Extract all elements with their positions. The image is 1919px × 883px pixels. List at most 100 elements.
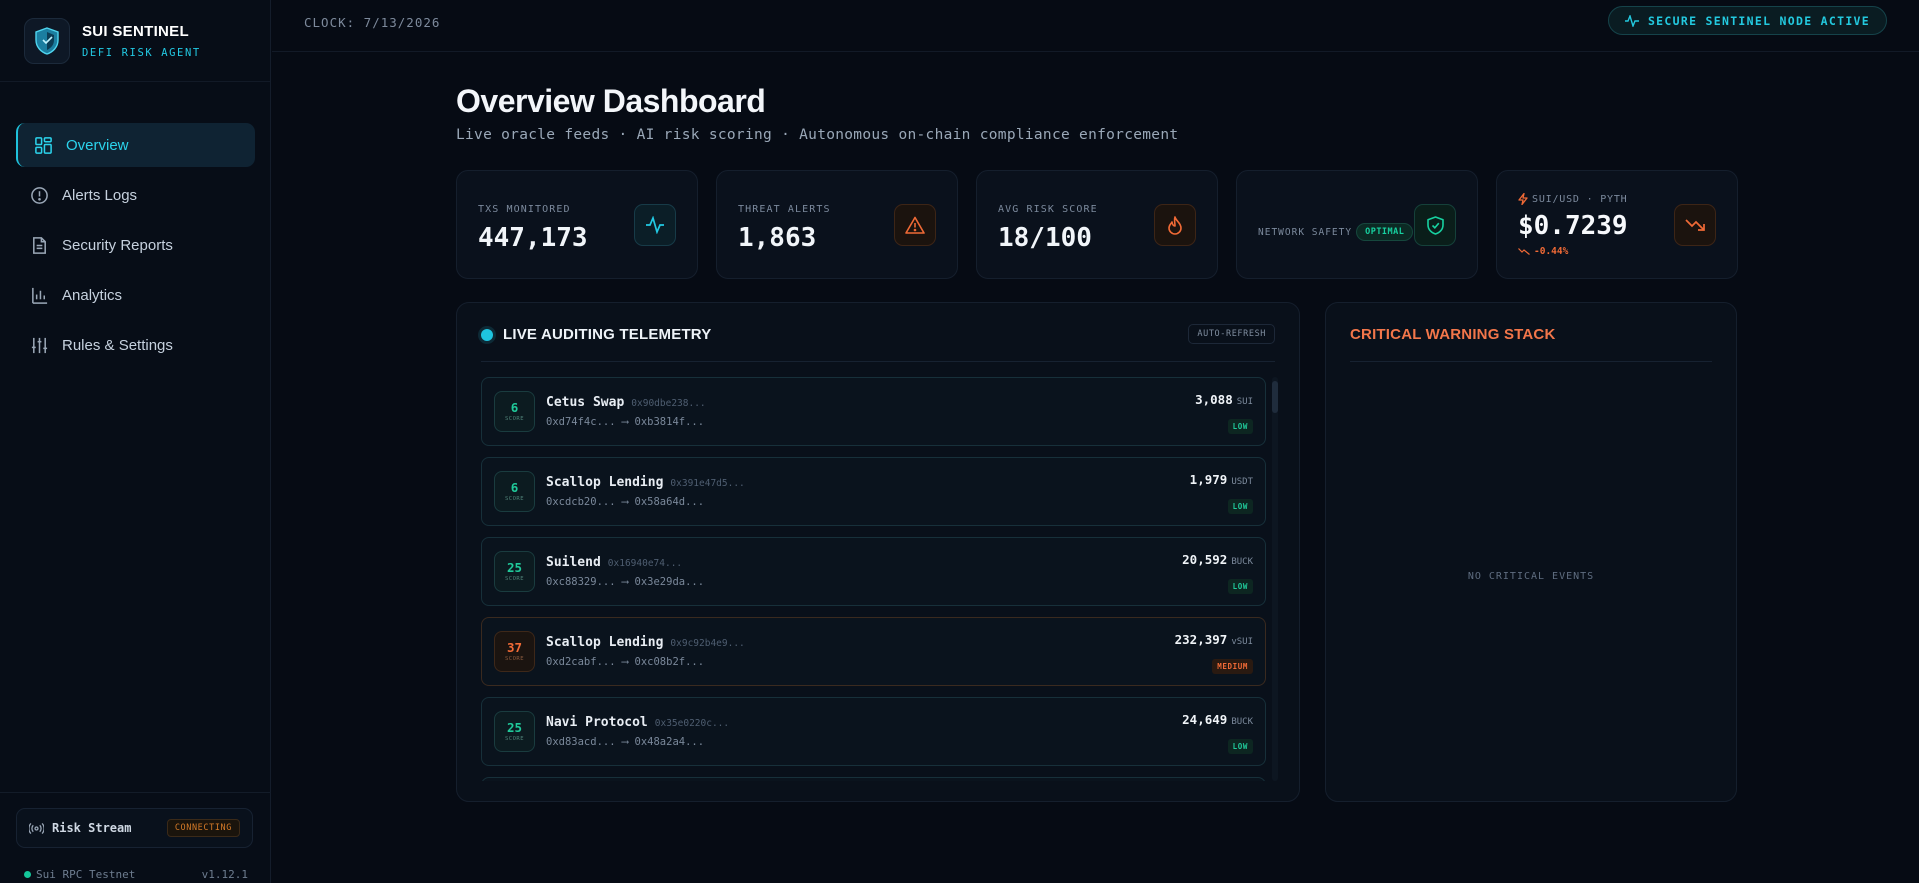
tx-hash: 0x90dbe238... [631, 398, 706, 409]
stat-card-avg-risk-score: AVG RISK SCORE 18/100 [976, 170, 1218, 279]
sidebar-item-analytics[interactable]: Analytics [16, 273, 255, 317]
price-change: -0.44% [1518, 246, 1568, 257]
sidebar-nav: Overview Alerts Logs Security Reports An… [16, 123, 255, 373]
sliders-icon [31, 337, 48, 353]
tx-hash: 0x16940e74... [607, 558, 683, 569]
stat-label: TXS MONITORED [478, 204, 571, 215]
stat-value: 447,173 [478, 223, 588, 253]
tx-amount: 232,397 vSUI [1174, 632, 1253, 647]
panel-header: CRITICAL WARNING STACK [1350, 326, 1712, 362]
shield-check-icon [1414, 204, 1456, 246]
live-telemetry-panel: LIVE AUDITING TELEMETRY AUTO-REFRESH 6 SC… [456, 302, 1300, 802]
transaction-row[interactable]: 6 SCORE Scallop Lending 0x391e47d5... 0xcd… [481, 457, 1266, 526]
alert-circle-icon [31, 186, 48, 204]
activity-icon [634, 204, 676, 246]
tx-route: 0xcdcb20... ⟶ 0x58a64d... [546, 496, 705, 508]
node-status-pill: SECURE SENTINEL NODE ACTIVE [1607, 6, 1887, 35]
clock: CLOCK: 7/13/2026 [304, 15, 441, 30]
sidebar-item-overview[interactable]: Overview [16, 123, 255, 167]
tx-route: 0xd83acd... ⟶ 0x48a2a4... [546, 736, 705, 748]
stat-label: AVG RISK SCORE [998, 204, 1098, 215]
panel-header: LIVE AUDITING TELEMETRY AUTO-REFRESH [481, 324, 1275, 362]
transaction-row-partial[interactable] [481, 777, 1266, 781]
price-source-row: SUI/USD · PYTH [1518, 193, 1628, 205]
telemetry-scrollbar[interactable] [1272, 377, 1278, 781]
network-status-dot [24, 871, 31, 878]
sidebar-item-rules-settings[interactable]: Rules & Settings [16, 323, 255, 367]
scrollbar-thumb[interactable] [1272, 381, 1278, 413]
sidebar-item-label: Security Reports [62, 236, 173, 254]
risk-score-box: 6 SCORE [494, 391, 535, 432]
tx-hash: 0x391e47d5... [670, 478, 745, 489]
transaction-list[interactable]: 6 SCORE Cetus Swap 0x90dbe238... 0xd74f4c.… [481, 377, 1266, 781]
protocol-name: Navi Protocol 0x35e0220c... [546, 715, 730, 730]
transaction-row[interactable]: 6 SCORE Cetus Swap 0x90dbe238... 0xd74f4c.… [481, 377, 1266, 446]
risk-score-box: 25 SCORE [494, 551, 535, 592]
pulse-icon [1624, 14, 1639, 27]
price-value: $0.7239 [1518, 211, 1628, 241]
brand-title: SUI SENTINEL [82, 22, 189, 40]
transaction-row[interactable]: 25 SCORE Suilend 0x16940e74... 0xc88329...… [481, 537, 1266, 606]
protocol-name: Cetus Swap 0x90dbe238... [546, 395, 706, 410]
tx-amount: 3,088 SUI [1195, 392, 1253, 407]
app-version: v1.12.1 [201, 868, 248, 881]
tx-amount: 20,592 BUCK [1182, 552, 1253, 567]
stat-card-network-safety: NETWORK SAFETY OPTIMAL [1236, 170, 1478, 279]
risk-level-badge: LOW [1227, 579, 1253, 594]
page-subtitle: Live oracle feeds · AI risk scoring · Au… [456, 127, 1179, 143]
tx-hash: 0x35e0220c... [654, 718, 730, 729]
protocol-name: Scallop Lending 0x391e47d5... [546, 475, 745, 490]
risk-stream-label: Risk Stream [52, 821, 132, 835]
sidebar-item-label: Analytics [62, 286, 123, 304]
sidebar-item-security-reports[interactable]: Security Reports [16, 223, 255, 267]
tx-route: 0xd2cabf... ⟶ 0xc08b2f... [546, 656, 705, 668]
stat-card-sui-price: SUI/USD · PYTH $0.7239 -0.44% [1496, 170, 1738, 279]
trend-down-icon [1518, 248, 1530, 255]
tx-amount: 1,979 USDT [1189, 472, 1253, 487]
shield-logo-icon [24, 17, 70, 64]
network-safety-row: NETWORK SAFETY OPTIMAL [1258, 223, 1414, 241]
optimal-badge: OPTIMAL [1356, 223, 1414, 241]
warning-triangle-icon [894, 204, 936, 246]
sidebar-item-label: Rules & Settings [62, 336, 173, 354]
live-indicator-dot [481, 329, 493, 341]
risk-level-badge: LOW [1227, 499, 1253, 514]
panel-title: CRITICAL WARNING STACK [1350, 326, 1556, 343]
document-icon [33, 236, 46, 254]
stat-card-threat-alerts: THREAT ALERTS 1,863 [716, 170, 958, 279]
connection-status-badge: CONNECTING [166, 819, 240, 837]
tx-hash: 0x9c92b4e9... [670, 638, 745, 649]
node-status-label: SECURE SENTINEL NODE ACTIVE [1647, 13, 1870, 28]
sidebar-item-alerts-logs[interactable]: Alerts Logs [16, 173, 255, 217]
stat-card-txs-monitored: TXS MONITORED 447,173 [456, 170, 698, 279]
risk-score-box: 25 SCORE [494, 711, 535, 752]
sidebar: SUI SENTINEL DEFI RISK AGENT Overview Al… [0, 0, 271, 883]
stat-label: THREAT ALERTS [738, 204, 831, 215]
auto-refresh-badge[interactable]: AUTO-REFRESH [1188, 324, 1275, 344]
brand-subtitle: DEFI RISK AGENT [82, 46, 201, 59]
rpc-network: Sui RPC Testnet [24, 868, 135, 881]
empty-state-message: NO CRITICAL EVENTS [1467, 571, 1595, 582]
protocol-name: Scallop Lending 0x9c92b4e9... [546, 635, 745, 650]
bar-chart-icon [32, 287, 48, 304]
tx-route: 0xd74f4c... ⟶ 0xb3814f... [546, 416, 705, 428]
stat-value: 1,863 [738, 223, 817, 253]
flame-icon [1154, 204, 1196, 246]
topbar: CLOCK: 7/13/2026 SECURE SENTINEL NODE AC… [272, 0, 1919, 52]
risk-level-badge: MEDIUM [1212, 659, 1253, 674]
rpc-info: Sui RPC Testnet v1.12.1 [24, 868, 248, 881]
risk-level-badge: LOW [1227, 739, 1253, 754]
stat-label: NETWORK SAFETY [1258, 226, 1353, 238]
risk-stream-status[interactable]: Risk Stream CONNECTING [16, 808, 253, 848]
trending-down-icon [1674, 204, 1716, 246]
transaction-row[interactable]: 37 SCORE Scallop Lending 0x9c92b4e9... 0xd… [481, 617, 1266, 686]
page-title: Overview Dashboard [456, 83, 766, 119]
sidebar-footer-divider [0, 792, 271, 793]
transaction-row[interactable]: 25 SCORE Navi Protocol 0x35e0220c... 0xd83… [481, 697, 1266, 766]
risk-score-box: 37 SCORE [494, 631, 535, 672]
stat-label: SUI/USD · PYTH [1532, 193, 1628, 205]
tx-amount: 24,649 BUCK [1182, 712, 1253, 727]
stat-value: 18/100 [998, 223, 1092, 253]
risk-score-box: 6 SCORE [494, 471, 535, 512]
critical-warning-panel: CRITICAL WARNING STACK NO CRITICAL EVENT… [1325, 302, 1737, 802]
